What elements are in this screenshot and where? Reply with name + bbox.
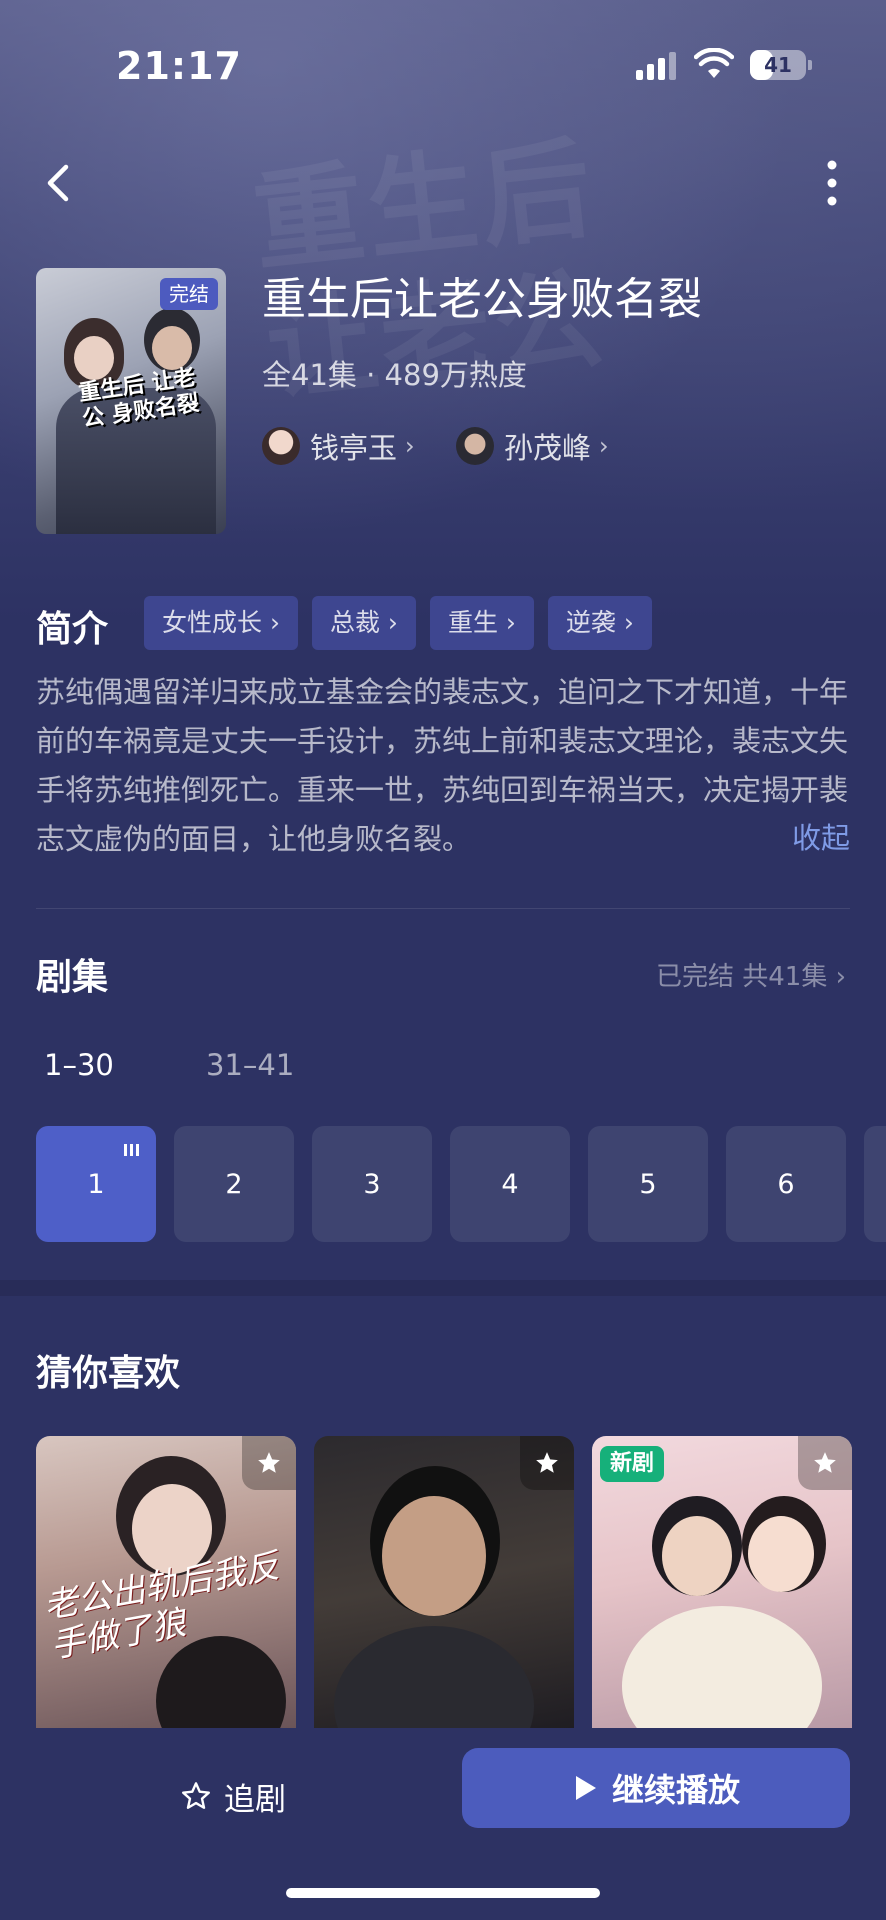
poster-body <box>622 1606 822 1728</box>
actor-link[interactable]: 钱亭玉 › <box>262 424 415 468</box>
collapse-link[interactable]: 收起 <box>792 815 850 857</box>
poster-face <box>382 1496 486 1616</box>
poster-face <box>662 1516 732 1596</box>
actor-name: 孙茂峰 <box>504 431 592 465</box>
episode-button[interactable]: 6 <box>726 1126 846 1242</box>
actor-link[interactable]: 孙茂峰 › <box>456 424 609 468</box>
star-icon <box>182 1782 210 1809</box>
star-icon[interactable] <box>242 1436 296 1490</box>
episode-list: 1 2 3 4 5 6 <box>36 1126 886 1242</box>
avatar <box>262 427 300 465</box>
play-icon <box>575 1776 596 1800</box>
chevron-right-icon: › <box>835 962 846 992</box>
battery-level: 41 <box>764 53 792 77</box>
synopsis-heading: 简介 <box>36 609 109 650</box>
tag-list: 女性成长 › 总裁 › 重生 › 逆袭 › <box>144 596 652 650</box>
synopsis-text: 苏纯偶遇留洋归来成立基金会的裴志文，追问之下才知道，十年前的车祸竟是丈夫一手设计… <box>36 675 849 856</box>
home-indicator <box>286 1888 600 1898</box>
tag-chip[interactable]: 女性成长 › <box>144 596 298 650</box>
recommend-card[interactable]: 老公出轨后我反手做了狼 <box>36 1436 296 1728</box>
follow-label: 追剧 <box>224 1781 286 1818</box>
episode-button[interactable]: 2 <box>174 1126 294 1242</box>
more-icon[interactable] <box>812 155 852 211</box>
completed-badge: 完结 <box>160 278 218 310</box>
recommend-card[interactable] <box>314 1436 574 1728</box>
episode-button[interactable]: 5 <box>588 1126 708 1242</box>
chevron-right-icon: › <box>599 432 609 460</box>
star-icon[interactable] <box>798 1436 852 1490</box>
recommend-heading: 猜你喜欢 <box>36 1353 181 1394</box>
divider <box>36 908 850 909</box>
drama-poster[interactable]: 重生后 让老公 身败名裂 完结 <box>36 268 226 534</box>
range-tab[interactable]: 1–30 <box>44 1048 114 1082</box>
poster-face <box>748 1516 814 1592</box>
chevron-right-icon: › <box>405 432 415 460</box>
battery-icon: 41 <box>750 50 806 80</box>
poster-body <box>334 1626 534 1728</box>
poster-face <box>152 326 192 370</box>
play-label: 继续播放 <box>611 1771 740 1809</box>
range-tab[interactable]: 31–41 <box>206 1048 294 1082</box>
battery-cap <box>808 60 812 70</box>
tag-chip[interactable]: 总裁 › <box>311 596 416 650</box>
recommend-list: 老公出轨后我反手做了狼 新剧 <box>36 1436 852 1728</box>
wifi-icon <box>694 48 734 78</box>
poster-figure <box>156 1636 286 1728</box>
back-icon[interactable] <box>38 155 78 211</box>
signal-icon <box>636 52 676 80</box>
section-separator <box>0 1280 886 1296</box>
playing-icon <box>124 1144 142 1156</box>
episode-button[interactable] <box>864 1126 886 1242</box>
new-badge: 新剧 <box>600 1446 665 1482</box>
drama-meta: 全41集 · 489万热度 <box>262 358 527 392</box>
episode-button[interactable]: 1 <box>36 1126 156 1242</box>
avatar <box>456 427 494 465</box>
episode-button[interactable]: 4 <box>450 1126 570 1242</box>
episode-button[interactable]: 3 <box>312 1126 432 1242</box>
tag-chip[interactable]: 逆袭 › <box>547 596 652 650</box>
recommend-card[interactable]: 新剧 <box>592 1436 852 1728</box>
episodes-heading: 剧集 <box>36 957 109 998</box>
status-time: 21:17 <box>116 44 242 88</box>
bottom-action-bar: 追剧 继续播放 <box>0 1728 886 1920</box>
follow-button[interactable]: 追剧 <box>180 1770 286 1822</box>
status-bar: 21:17 41 <box>0 0 886 130</box>
continue-play-button[interactable]: 继续播放 <box>462 1748 850 1828</box>
actor-name: 钱亭玉 <box>310 431 398 465</box>
episodes-status-link[interactable]: 已完结 共41集 › <box>656 956 846 993</box>
star-icon[interactable] <box>520 1436 574 1490</box>
poster-face <box>74 336 114 380</box>
drama-title: 重生后让老公身败名裂 <box>262 274 702 325</box>
tag-chip[interactable]: 重生 › <box>429 596 534 650</box>
